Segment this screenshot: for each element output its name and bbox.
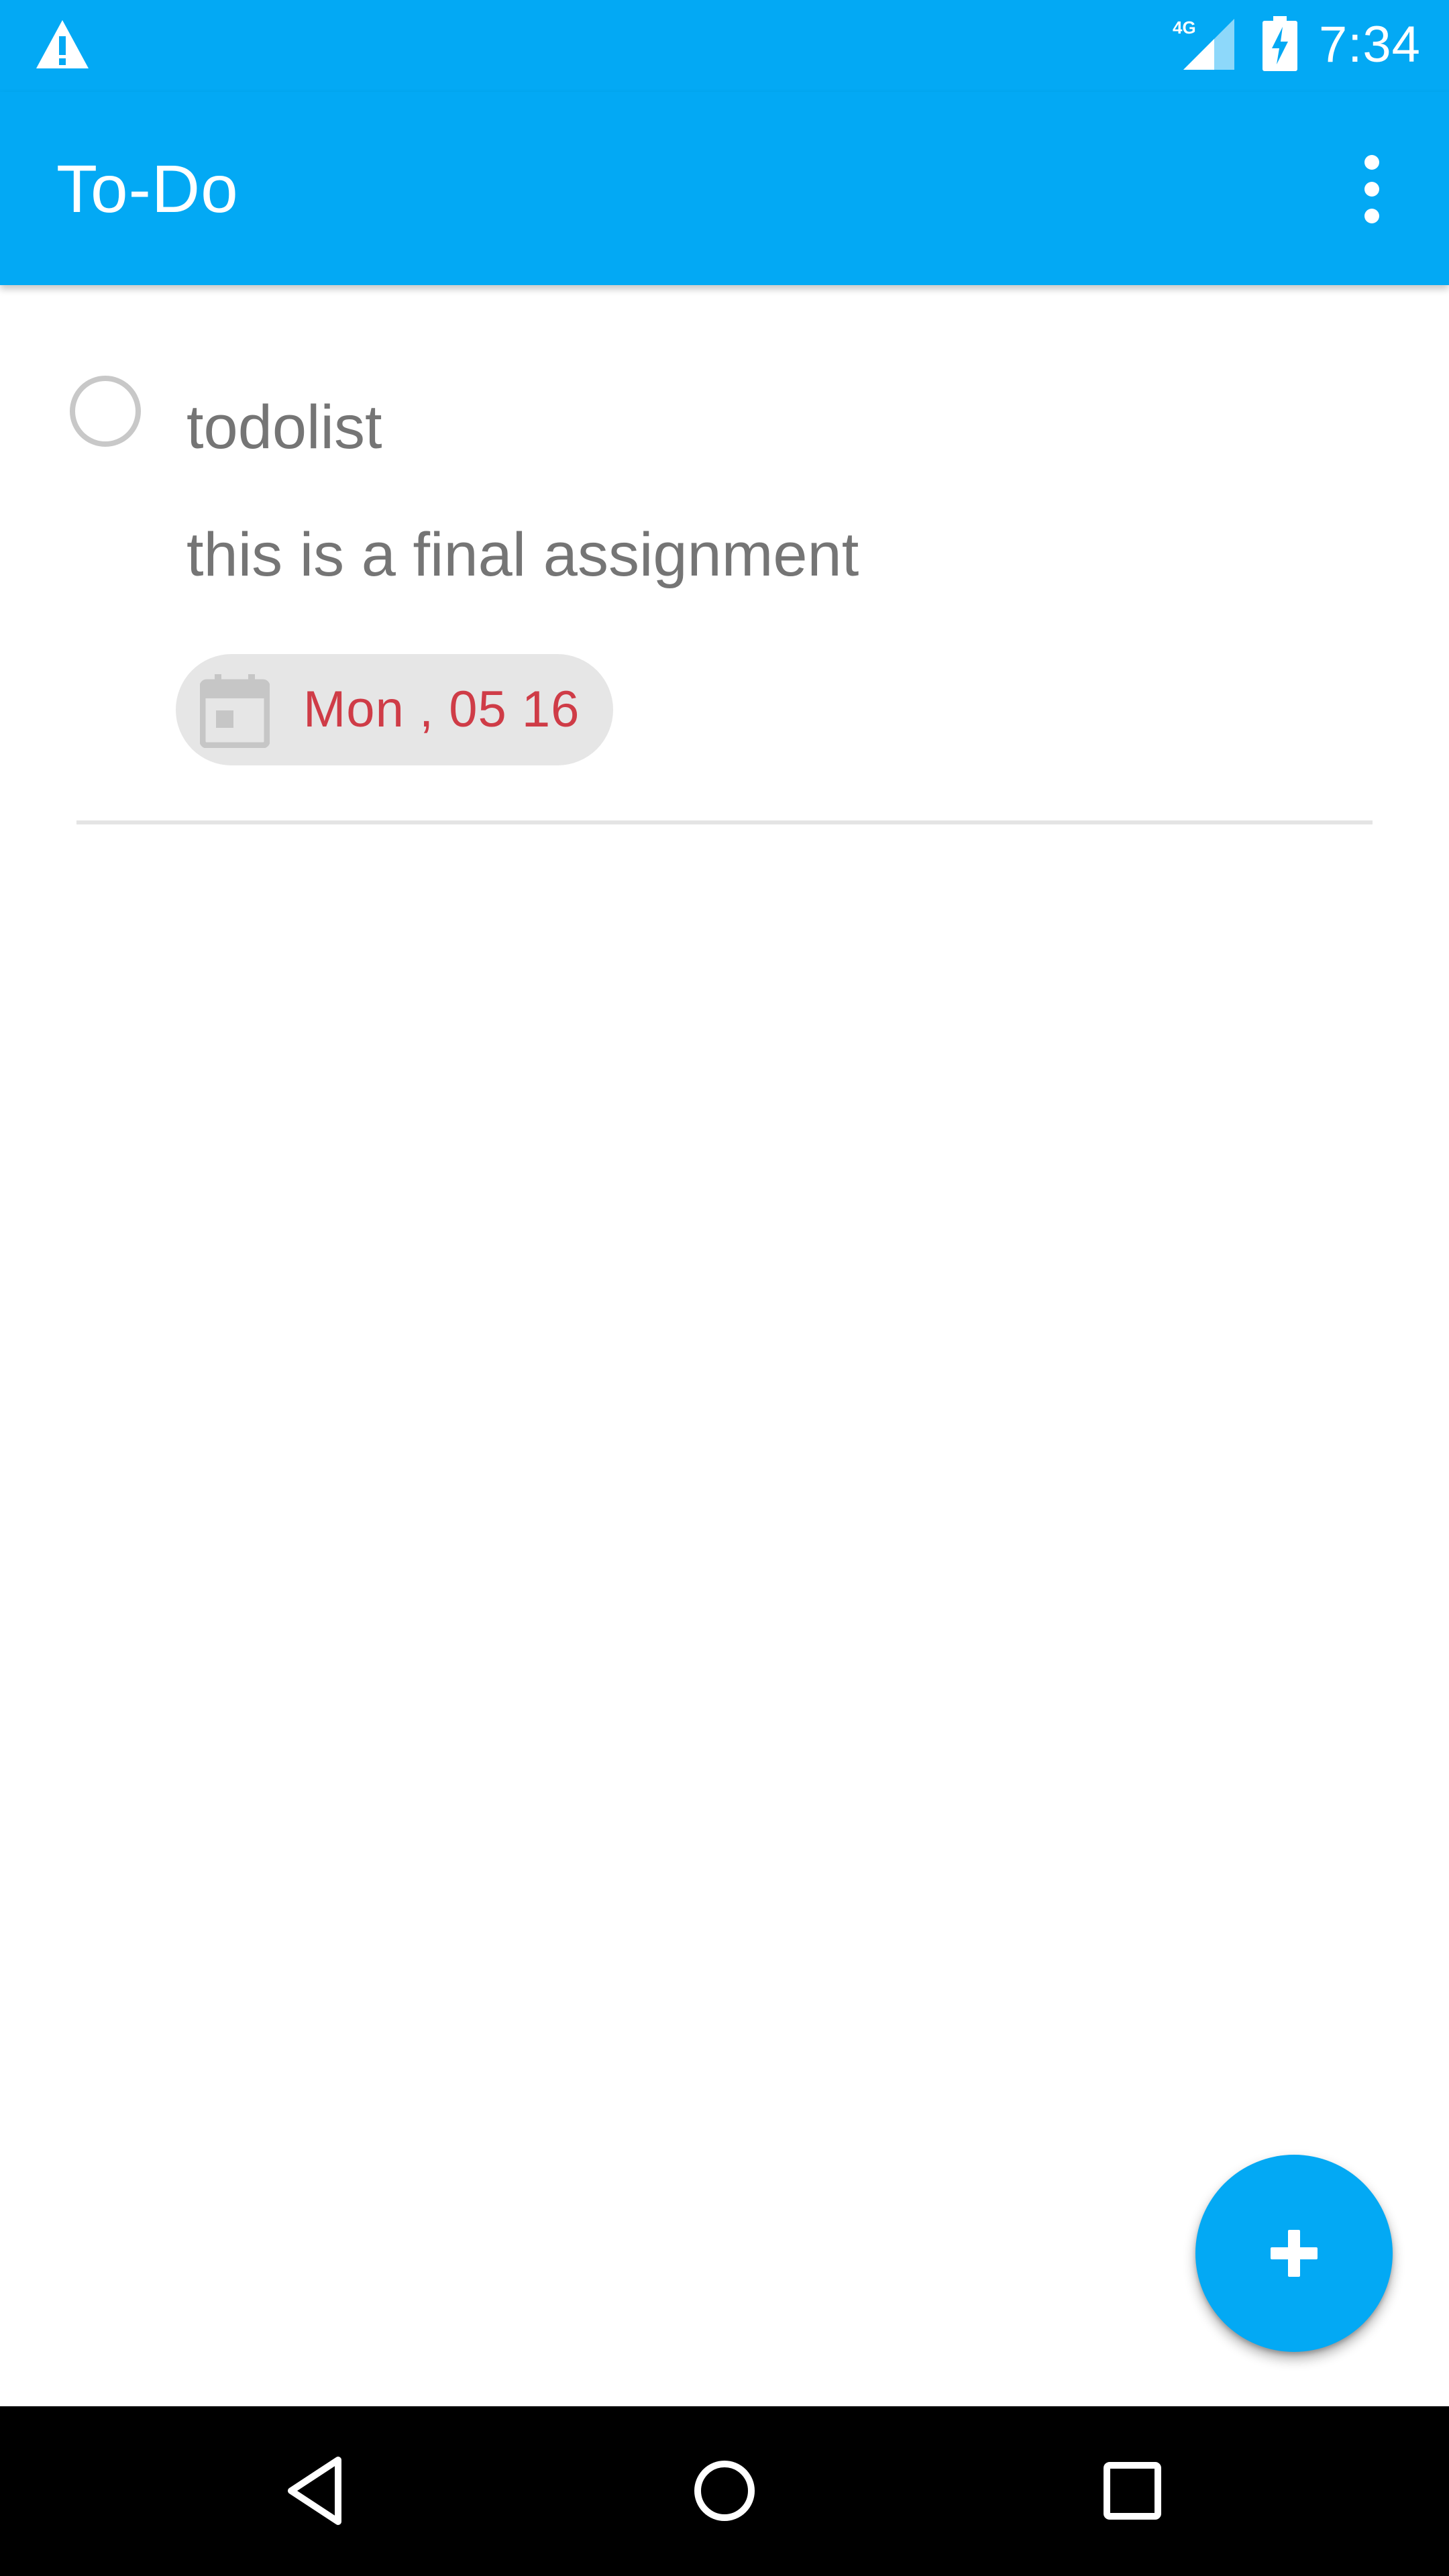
todo-list: todolist this is a final assignment Mon … — [0, 285, 1449, 2406]
calendar-icon — [200, 674, 270, 748]
page-title: To-Do — [56, 152, 239, 227]
home-icon[interactable] — [678, 2444, 771, 2538]
list-divider — [76, 820, 1373, 824]
more-vert-icon — [1364, 155, 1379, 170]
more-options-button[interactable] — [1335, 139, 1409, 239]
recents-icon[interactable] — [1085, 2444, 1179, 2538]
status-bar: 4G 7:34 — [0, 0, 1449, 92]
warning-icon — [36, 20, 89, 68]
todo-description: this is a final assignment — [186, 521, 859, 589]
signal-icon: 4G — [1173, 19, 1234, 70]
back-icon[interactable] — [271, 2444, 365, 2538]
battery-charging-icon — [1263, 16, 1297, 71]
complete-checkbox[interactable] — [70, 376, 141, 447]
add-task-button[interactable] — [1195, 2155, 1393, 2352]
status-time: 7:34 — [1319, 16, 1421, 73]
app-bar: To-Do — [0, 92, 1449, 285]
due-date-chip[interactable]: Mon , 05 16 — [176, 654, 613, 765]
list-item[interactable]: todolist this is a final assignment Mon … — [0, 285, 1449, 822]
due-date-label: Mon , 05 16 — [303, 681, 580, 738]
network-type-label: 4G — [1173, 19, 1196, 38]
navigation-bar — [0, 2406, 1449, 2576]
todo-title: todolist — [186, 393, 382, 462]
